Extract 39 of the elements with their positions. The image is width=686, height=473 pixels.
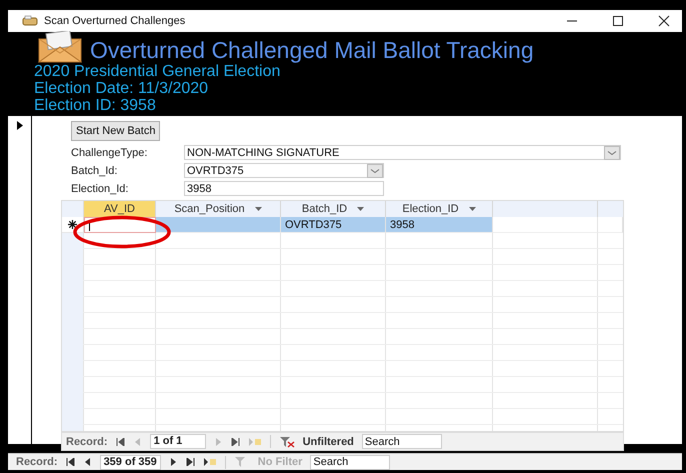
header-line: Election ID: 3958 <box>34 97 157 114</box>
sort-arrow-icon[interactable] <box>254 207 262 211</box>
field-label: Batch_Id: <box>71 164 118 176</box>
last-record-icon[interactable] <box>230 438 240 446</box>
header-line: Election Date: 11/3/2020 <box>34 80 210 97</box>
text-field[interactable]: 3958 <box>184 181 384 196</box>
sort-arrow-icon[interactable] <box>357 207 364 211</box>
record-label: Record: <box>16 456 58 468</box>
current-record-icon <box>16 121 22 130</box>
field-label: ChallengeType: <box>71 146 148 158</box>
start-new-batch-button[interactable]: Start New Batch <box>71 121 160 141</box>
filter-status[interactable]: Unfiltered <box>302 436 354 448</box>
record-position-field[interactable]: 359 of 359 <box>100 454 161 470</box>
last-record-icon[interactable] <box>184 458 195 466</box>
new-record-icon <box>68 220 77 229</box>
dropdown-icon[interactable] <box>604 146 620 160</box>
new-record-row[interactable]: OVRTD375 3958 <box>62 217 623 233</box>
mailbox-icon <box>22 15 38 27</box>
column-header[interactable]: AV_ID <box>84 201 156 217</box>
next-record-icon[interactable] <box>168 458 177 466</box>
first-record-icon[interactable] <box>116 438 126 446</box>
maximize-icon[interactable] <box>612 15 624 27</box>
search-field[interactable]: Search <box>362 434 442 449</box>
field-label: Election_Id: <box>71 182 130 194</box>
sort-arrow-icon[interactable] <box>468 207 476 211</box>
header-line: 2020 Presidential General Election <box>34 63 282 80</box>
dropdown-icon[interactable] <box>367 164 383 178</box>
filter-icon[interactable] <box>278 436 295 448</box>
record-position-field[interactable]: 1 of 1 <box>150 434 206 449</box>
combo-box[interactable]: NON-MATCHING SIGNATURE <box>184 145 621 160</box>
combo-box[interactable]: OVRTD375 <box>184 163 384 178</box>
previous-record-icon[interactable] <box>84 458 92 466</box>
window-title: Scan Overturned Challenges <box>44 15 186 27</box>
new-record-nav-icon[interactable] <box>202 458 217 466</box>
first-record-icon[interactable] <box>66 458 76 466</box>
form-title: Overturned Challenged Mail Ballot Tracking <box>90 37 534 63</box>
search-field[interactable]: Search <box>310 454 390 470</box>
record-label: Record: <box>66 436 108 448</box>
close-icon[interactable] <box>658 15 670 27</box>
